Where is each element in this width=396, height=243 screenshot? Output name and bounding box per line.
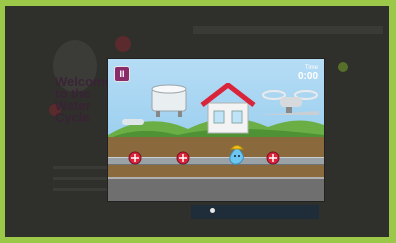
dimmed-header-bar [193,26,383,34]
valve-icon[interactable] [176,151,190,165]
water-cycle-game[interactable]: II Time 0:00 [107,58,325,202]
pause-icon: II [119,69,125,79]
pause-button[interactable]: II [114,66,130,82]
dimmed-status-dot [338,62,348,72]
timer-value: 0:00 [297,71,318,82]
road [108,177,324,201]
valve-icon[interactable] [128,151,142,165]
water-tank-icon [151,84,187,117]
water-drop-character-icon[interactable] [228,141,246,165]
progress-dot[interactable] [210,208,215,213]
dimmed-text-lines [53,166,113,199]
game-timer: Time 0:00 [298,65,318,82]
browser-viewport: Welcome to the Water Cycle II Time 0:00 [5,6,389,237]
logo-text: Welcome to the Water Cycle [55,74,112,125]
house-icon [200,83,256,134]
valve-icon[interactable] [266,151,280,165]
drone-icon [262,90,318,113]
